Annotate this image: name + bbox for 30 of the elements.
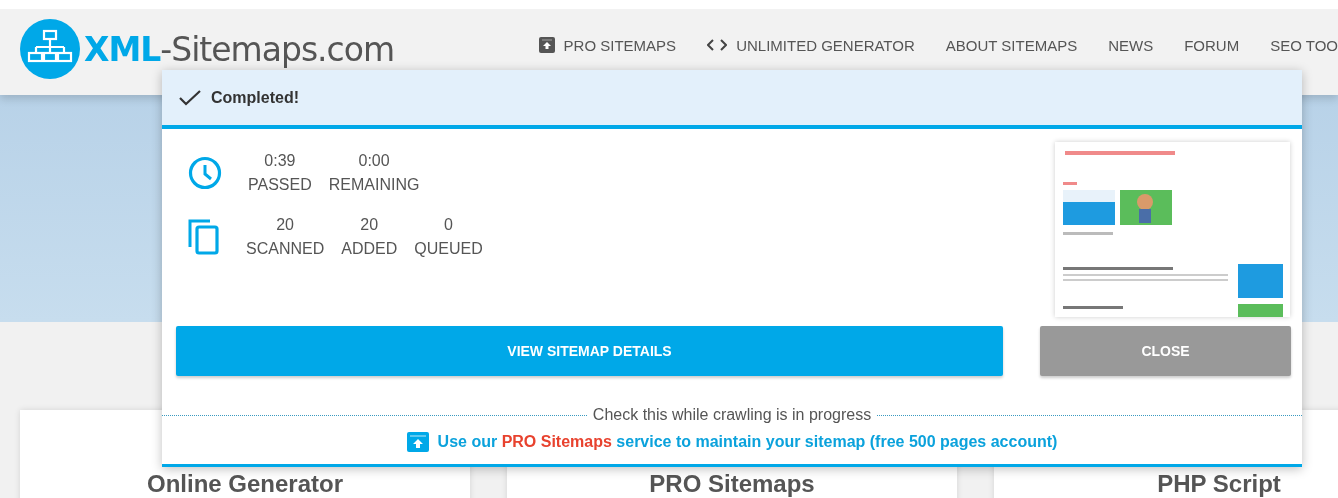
nav-link[interactable]: UNLIMITED GENERATOR (707, 36, 915, 54)
check-icon (179, 89, 201, 106)
nav-link[interactable]: ABOUT SITEMAPS (945, 36, 1078, 54)
nav-link[interactable]: PRO SITEMAPS (538, 36, 677, 54)
card-title: PRO Sitemaps (649, 470, 815, 497)
stat-value: 20 (360, 216, 379, 234)
nav-link[interactable]: SEO TOO (1270, 36, 1338, 54)
card-title: PHP Script (1157, 470, 1281, 497)
stat-value: 20 (276, 216, 294, 234)
clock-icon (188, 156, 222, 190)
upload-box-icon (538, 37, 555, 53)
site-logo[interactable]: XML-Sitemaps.com (84, 29, 395, 69)
code-icon (707, 39, 728, 51)
upload-box-icon (406, 432, 429, 452)
stat-value: 0 (444, 216, 453, 234)
pro-sitemaps-link[interactable]: Use our PRO Sitemaps service to maintain your sitemap (free 500 pages account) (437, 433, 1058, 451)
status-text: Completed! (211, 88, 299, 107)
copy-icon (188, 219, 220, 255)
sitemap-logo-icon (20, 19, 80, 79)
hint-text: Check this while crawling is in progress (592, 406, 872, 424)
nav-link[interactable]: NEWS (1108, 36, 1154, 54)
stat-value: 0:00 (358, 152, 390, 170)
stat-label: ADDED (341, 240, 398, 258)
stat-label: REMAINING (328, 176, 420, 194)
stat-label: PASSED (248, 176, 312, 194)
stat-label: QUEUED (414, 240, 483, 258)
nav-link[interactable]: FORUM (1184, 36, 1240, 54)
stat-label: SCANNED (246, 240, 325, 258)
card-title: Online Generator (146, 470, 343, 497)
stat-value: 0:39 (264, 152, 296, 170)
